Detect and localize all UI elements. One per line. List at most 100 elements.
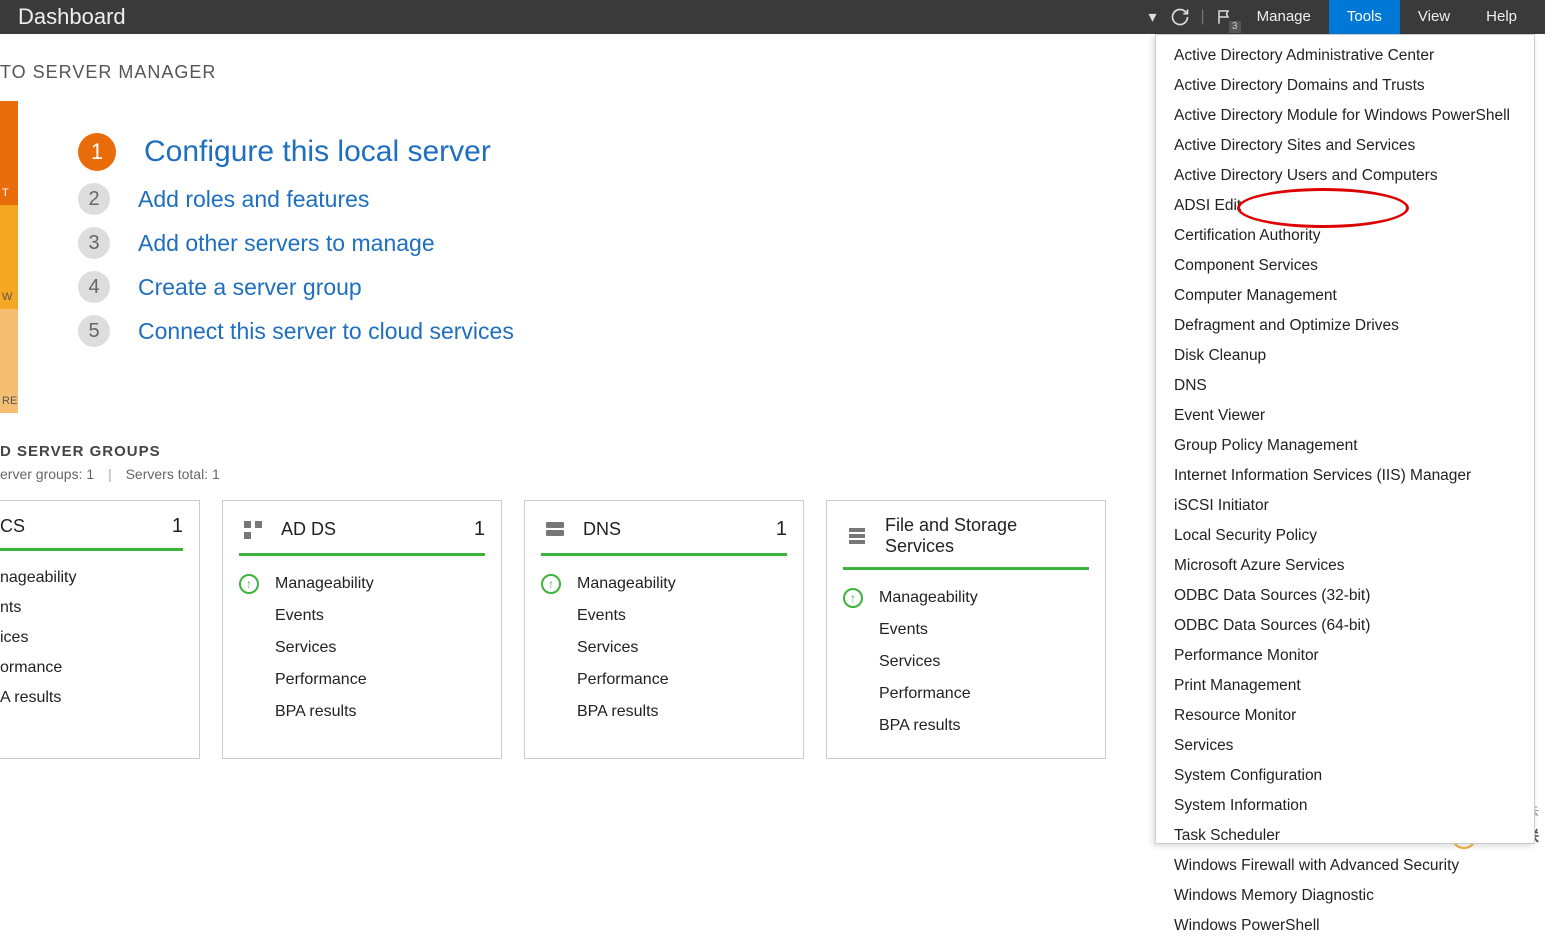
quickstart-side-tabs: T W RE [0, 101, 18, 413]
refresh-icon[interactable] [1166, 3, 1194, 31]
card-item-performance[interactable]: Performance [843, 678, 1089, 710]
tools-item[interactable]: DNS [1156, 371, 1534, 401]
card-status-bar [843, 567, 1089, 570]
menu-manage[interactable]: Manage [1239, 0, 1329, 34]
tools-item[interactable]: Resource Monitor [1156, 701, 1534, 731]
menu-help[interactable]: Help [1468, 0, 1535, 34]
card-item-bpa[interactable]: A results [0, 683, 183, 713]
step-configure-local-server[interactable]: 1 Configure this local server [78, 133, 514, 171]
tools-item[interactable]: Internet Information Services (IIS) Mana… [1156, 461, 1534, 491]
card-item-events[interactable]: Events [239, 600, 485, 632]
tools-item[interactable]: Active Directory Domains and Trusts [1156, 71, 1534, 101]
servers-total: Servers total: 1 [126, 466, 220, 482]
dropdown-caret-icon[interactable]: ▾ [1138, 3, 1166, 31]
tools-item[interactable]: Print Management [1156, 671, 1534, 701]
dns-icon [541, 515, 569, 543]
tools-item[interactable]: Active Directory Administrative Center [1156, 41, 1534, 71]
card-item-bpa[interactable]: BPA results [541, 696, 787, 728]
menu-tools[interactable]: Tools [1329, 0, 1400, 34]
tools-item[interactable]: Local Security Policy [1156, 521, 1534, 551]
card-item-services[interactable]: Services [239, 632, 485, 664]
menu-view[interactable]: View [1400, 0, 1468, 34]
tools-item[interactable]: Microsoft Azure Services [1156, 551, 1534, 581]
card-item-bpa[interactable]: BPA results [239, 696, 485, 728]
step-number: 4 [78, 271, 110, 303]
page-title: Dashboard [10, 4, 126, 30]
step-connect-cloud[interactable]: 5 Connect this server to cloud services [78, 315, 514, 347]
tools-item[interactable]: Computer Management [1156, 281, 1534, 311]
tools-item-certification-authority[interactable]: Certification Authority [1156, 221, 1534, 251]
card-item-manageability[interactable]: nageability [0, 563, 183, 593]
tools-item[interactable]: Services [1156, 731, 1534, 761]
notifications-flag-icon[interactable] [1211, 3, 1239, 31]
card-item-bpa[interactable]: BPA results [843, 710, 1089, 742]
step-label[interactable]: Create a server group [138, 274, 362, 301]
step-add-servers[interactable]: 3 Add other servers to manage [78, 227, 514, 259]
side-tab-whatsnew[interactable]: W [0, 205, 18, 309]
card-ad-cs[interactable]: CS 1 nageability nts ices ormance A resu… [0, 500, 200, 759]
card-item-performance[interactable]: Performance [541, 664, 787, 696]
step-label[interactable]: Add other servers to manage [138, 230, 435, 257]
file-storage-icon [843, 522, 871, 550]
card-file-storage[interactable]: File and Storage Services ↑Manageability… [826, 500, 1106, 759]
tools-item[interactable]: System Information [1156, 791, 1534, 821]
card-item-events[interactable]: Events [541, 600, 787, 632]
card-item-services[interactable]: Services [843, 646, 1089, 678]
card-title: DNS [583, 519, 762, 540]
server-group-count: erver groups: 1 [0, 466, 94, 482]
step-number: 5 [78, 315, 110, 347]
card-item-manageability[interactable]: ↑Manageability [541, 568, 787, 600]
card-item-performance[interactable]: ormance [0, 653, 183, 683]
tools-item[interactable]: Event Viewer [1156, 401, 1534, 431]
tools-item[interactable]: ODBC Data Sources (64-bit) [1156, 611, 1534, 641]
card-item-manageability[interactable]: ↑Manageability [239, 568, 485, 600]
tools-item[interactable]: Performance Monitor [1156, 641, 1534, 671]
tools-item[interactable]: Component Services [1156, 251, 1534, 281]
ad-ds-icon [239, 515, 267, 543]
tools-item[interactable]: Windows PowerShell [1156, 911, 1534, 941]
separator: | [98, 466, 122, 482]
card-title: AD DS [281, 519, 460, 540]
step-number: 3 [78, 227, 110, 259]
step-create-group[interactable]: 4 Create a server group [78, 271, 514, 303]
card-title: File and Storage Services [885, 515, 1075, 557]
tools-item[interactable]: Disk Cleanup [1156, 341, 1534, 371]
card-count: 1 [172, 515, 183, 538]
tools-item[interactable]: Windows Firewall with Advanced Security [1156, 851, 1534, 881]
step-label[interactable]: Configure this local server [144, 135, 491, 169]
card-item-performance[interactable]: Performance [239, 664, 485, 696]
card-item-manageability[interactable]: ↑Manageability [843, 582, 1089, 614]
separator: | [1194, 8, 1210, 26]
tools-item[interactable]: iSCSI Initiator [1156, 491, 1534, 521]
tools-item[interactable]: ODBC Data Sources (32-bit) [1156, 581, 1534, 611]
tools-dropdown-menu: Active Directory Administrative Center A… [1155, 34, 1535, 844]
step-number: 1 [78, 133, 116, 171]
step-label[interactable]: Connect this server to cloud services [138, 318, 514, 345]
tools-item[interactable]: Windows Memory Diagnostic [1156, 881, 1534, 911]
card-count: 1 [776, 518, 787, 541]
tools-item[interactable]: Task Scheduler [1156, 821, 1534, 851]
status-up-icon: ↑ [843, 588, 863, 608]
tools-item[interactable]: Defragment and Optimize Drives [1156, 311, 1534, 341]
tools-item[interactable]: Group Policy Management [1156, 431, 1534, 461]
card-title: CS [0, 516, 158, 537]
tools-item[interactable]: Active Directory Users and Computers [1156, 161, 1534, 191]
status-up-icon: ↑ [239, 574, 259, 594]
card-dns[interactable]: DNS 1 ↑Manageability Events Services Per… [524, 500, 804, 759]
tools-item[interactable]: ADSI Edit [1156, 191, 1534, 221]
tools-item[interactable]: Active Directory Sites and Services [1156, 131, 1534, 161]
card-count: 1 [474, 518, 485, 541]
card-item-services[interactable]: ices [0, 623, 183, 653]
step-label[interactable]: Add roles and features [138, 186, 369, 213]
step-add-roles[interactable]: 2 Add roles and features [78, 183, 514, 215]
quickstart-steps: 1 Configure this local server 2 Add role… [18, 101, 514, 413]
tools-item[interactable]: Active Directory Module for Windows Powe… [1156, 101, 1534, 131]
card-item-events[interactable]: nts [0, 593, 183, 623]
card-item-events[interactable]: Events [843, 614, 1089, 646]
card-item-services[interactable]: Services [541, 632, 787, 664]
tools-item[interactable]: System Configuration [1156, 761, 1534, 791]
header-right: ▾ | Manage Tools View Help [1138, 0, 1535, 34]
side-tab-quickstart[interactable]: T [0, 101, 18, 205]
card-ad-ds[interactable]: AD DS 1 ↑Manageability Events Services P… [222, 500, 502, 759]
side-tab-learnmore[interactable]: RE [0, 309, 18, 413]
